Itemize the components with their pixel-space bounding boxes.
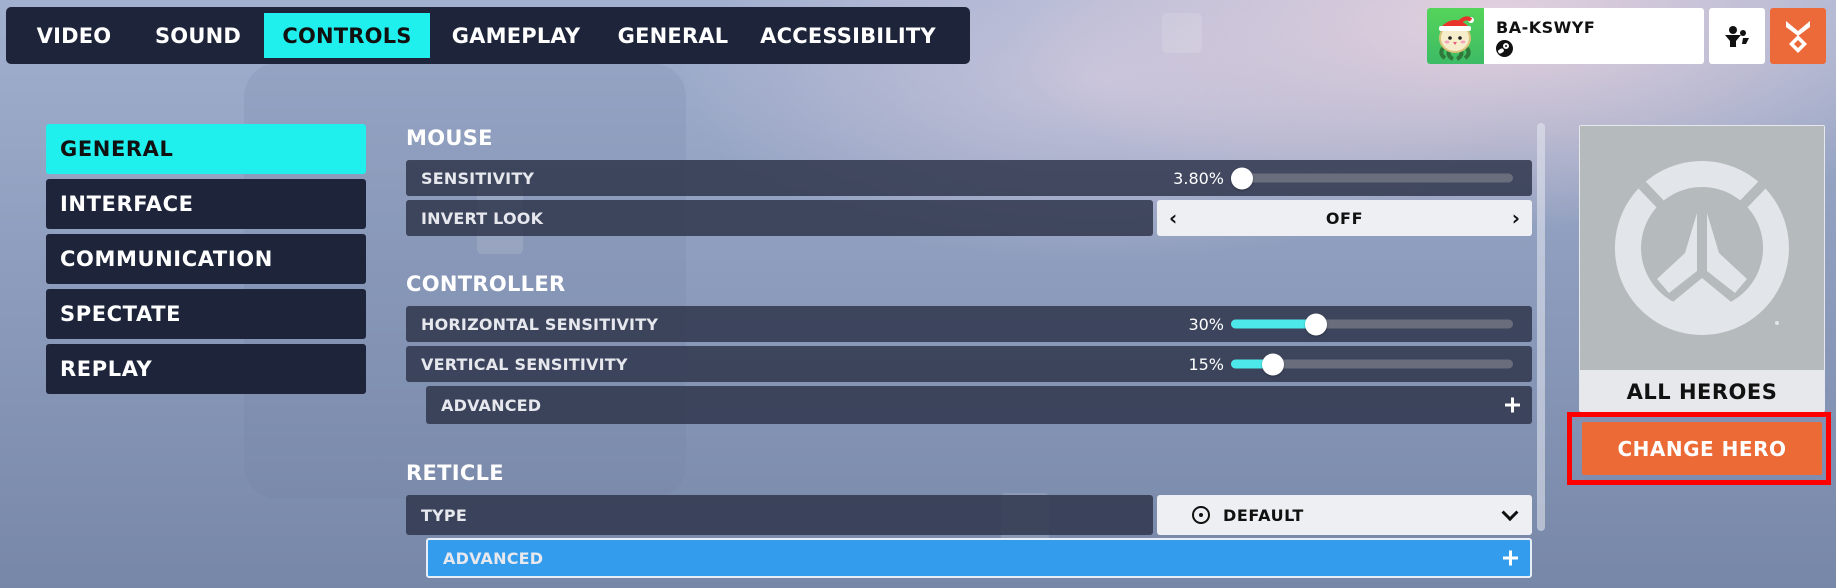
reticle-advanced-expander[interactable]: ADVANCED bbox=[426, 538, 1532, 578]
nav-item-general[interactable]: GENERAL bbox=[46, 124, 366, 174]
rewards-button[interactable] bbox=[1770, 8, 1826, 64]
plus-icon bbox=[1503, 550, 1518, 566]
chevron-down-icon bbox=[1501, 504, 1519, 522]
setting-label: VERTICAL SENSITIVITY bbox=[421, 354, 628, 374]
rewards-medal-icon bbox=[1786, 21, 1810, 53]
reticle-icon bbox=[1192, 506, 1210, 524]
hero-portrait bbox=[1580, 126, 1824, 370]
plus-icon bbox=[1505, 397, 1520, 413]
tab-accessibility[interactable]: ACCESSIBILITY bbox=[744, 13, 952, 58]
pachimari-santa-icon bbox=[1427, 8, 1484, 64]
slider-value: 30% bbox=[1188, 314, 1224, 334]
player-card[interactable]: BA-KSWYF bbox=[1427, 8, 1704, 64]
vertical-sensitivity-slider[interactable] bbox=[1231, 353, 1513, 375]
overwatch-logo-icon bbox=[1614, 161, 1789, 335]
tab-general[interactable]: GENERAL bbox=[602, 13, 744, 58]
controller-advanced-expander[interactable]: ADVANCED bbox=[426, 386, 1532, 424]
settings-scrollbar[interactable] bbox=[1537, 123, 1545, 531]
dropdown-value: DEFAULT bbox=[1223, 505, 1304, 525]
setting-label: TYPE bbox=[421, 505, 467, 525]
stepper-value: OFF bbox=[1325, 208, 1364, 228]
setting-label: HORIZONTAL SENSITIVITY bbox=[421, 314, 659, 334]
section-title-mouse: MOUSE bbox=[406, 126, 493, 150]
hero-card: ALL HEROES bbox=[1579, 125, 1825, 412]
slider-value: 15% bbox=[1188, 354, 1224, 374]
setting-label: INVERT LOOK bbox=[421, 208, 544, 228]
settings-tab-bar: VIDEO SOUND CONTROLS GAMEPLAY GENERAL AC… bbox=[6, 7, 970, 64]
background-decoration bbox=[1162, 13, 1202, 53]
setting-label: ADVANCED bbox=[441, 395, 542, 415]
change-hero-button[interactable]: CHANGE HERO bbox=[1582, 422, 1822, 475]
setting-label-cell: TYPE bbox=[406, 495, 1153, 535]
horizontal-sensitivity-slider[interactable] bbox=[1231, 313, 1513, 335]
hero-name: ALL HEROES bbox=[1626, 380, 1778, 404]
nav-item-interface[interactable]: INTERFACE bbox=[46, 179, 366, 229]
tab-gameplay[interactable]: GAMEPLAY bbox=[430, 13, 602, 58]
slider-handle[interactable] bbox=[1304, 313, 1327, 335]
chevron-right-icon[interactable]: › bbox=[1512, 206, 1520, 230]
player-name: BA-KSWYF bbox=[1496, 18, 1596, 37]
setting-horizontal-sensitivity: HORIZONTAL SENSITIVITY 30% bbox=[406, 306, 1532, 342]
tab-video[interactable]: VIDEO bbox=[12, 13, 136, 58]
slider-handle[interactable] bbox=[1262, 353, 1285, 375]
setting-vertical-sensitivity: VERTICAL SENSITIVITY 15% bbox=[406, 346, 1532, 382]
steam-icon bbox=[1496, 40, 1513, 57]
chevron-left-icon[interactable]: ‹ bbox=[1169, 206, 1177, 230]
tab-sound[interactable]: SOUND bbox=[136, 13, 260, 58]
invert-look-stepper[interactable]: OFF ‹ › bbox=[1157, 200, 1532, 236]
controls-subnav: GENERAL INTERFACE COMMUNICATION SPECTATE… bbox=[46, 124, 366, 399]
mouse-sensitivity-slider[interactable] bbox=[1230, 167, 1513, 189]
setting-label: ADVANCED bbox=[443, 548, 544, 568]
reticle-type-dropdown[interactable]: DEFAULT bbox=[1157, 495, 1532, 535]
slider-value: 3.80% bbox=[1173, 168, 1224, 188]
section-title-reticle: RETICLE bbox=[406, 461, 504, 485]
setting-label-cell: INVERT LOOK bbox=[406, 200, 1153, 236]
section-title-controller: CONTROLLER bbox=[406, 272, 566, 296]
group-icon bbox=[1725, 26, 1749, 47]
slider-fill bbox=[1231, 319, 1316, 329]
setting-invert-look: INVERT LOOK OFF ‹ › bbox=[406, 200, 1532, 236]
nav-item-replay[interactable]: REPLAY bbox=[46, 344, 366, 394]
social-button[interactable] bbox=[1709, 8, 1765, 64]
setting-reticle-type: TYPE DEFAULT bbox=[406, 495, 1532, 535]
tab-controls[interactable]: CONTROLS bbox=[264, 13, 430, 58]
nav-item-spectate[interactable]: SPECTATE bbox=[46, 289, 366, 339]
setting-mouse-sensitivity: SENSITIVITY 3.80% bbox=[406, 160, 1532, 196]
slider-handle[interactable] bbox=[1230, 167, 1253, 189]
nav-item-communication[interactable]: COMMUNICATION bbox=[46, 234, 366, 284]
setting-label: SENSITIVITY bbox=[421, 168, 535, 188]
